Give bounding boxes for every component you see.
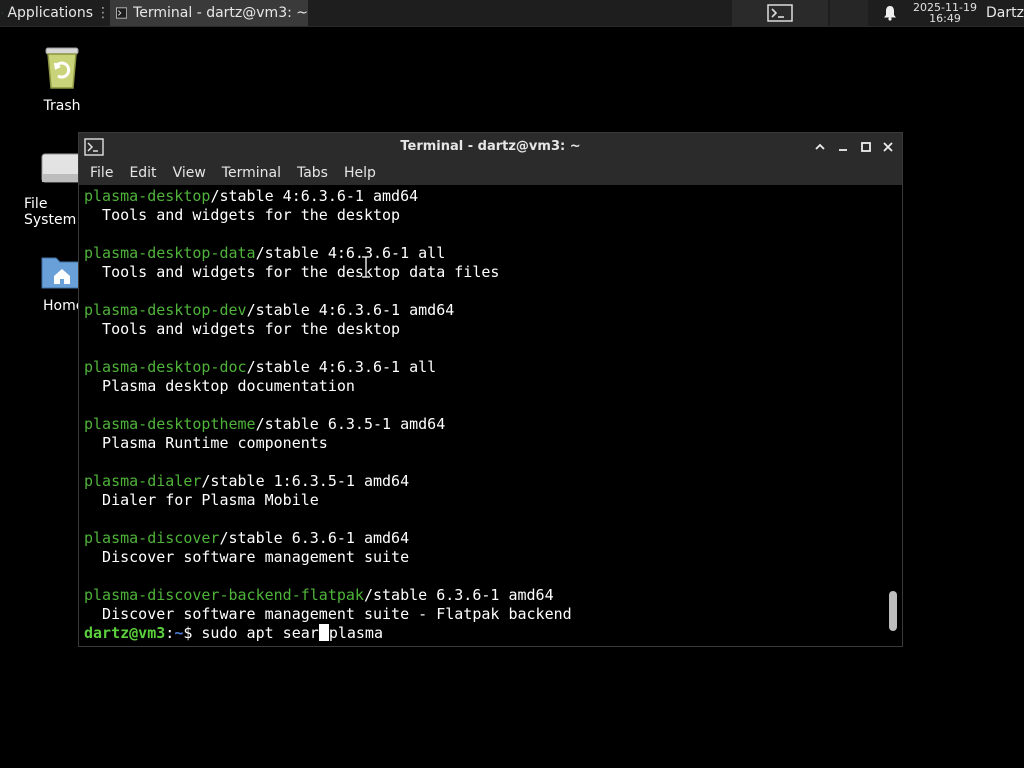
text-cursor	[318, 624, 329, 641]
shade-button[interactable]	[812, 139, 828, 155]
package-line: plasma-desktop/stable 4:6.3.6-1 amd64	[84, 187, 418, 206]
prompt-separator: :	[165, 624, 175, 642]
minimize-icon	[839, 149, 847, 151]
package-description: Tools and widgets for the desktop	[84, 206, 401, 224]
close-icon	[883, 142, 893, 152]
package-line: plasma-discover-backend-flatpak/stable 6…	[84, 586, 554, 605]
desktop-icon-label: Trash	[43, 98, 81, 114]
taskbar-terminal-label: Terminal - dartz@vm3: ~	[133, 5, 308, 21]
xfce-logo-icon	[2, 12, 4, 14]
ibeam-cursor-icon	[362, 256, 370, 278]
package-name: plasma-desktop-dev	[84, 301, 247, 319]
menu-help[interactable]: Help	[336, 165, 384, 181]
package-info: /stable 1:6.3.5-1 amd64	[201, 472, 410, 490]
desktop-icon-home[interactable]: Home	[17, 252, 81, 314]
terminal-icon	[116, 7, 128, 19]
maximize-icon	[861, 142, 871, 152]
panel-clock[interactable]: 2025-11-19 16:49	[906, 0, 984, 26]
menu-separator-icon: ⋮	[96, 5, 110, 21]
maximize-button[interactable]	[858, 139, 874, 155]
applications-label: Applications	[7, 5, 93, 21]
command-prompt-line[interactable]: dartz@vm3:~$ sudo apt sear plasma	[84, 624, 383, 643]
package-name: plasma-desktoptheme	[84, 415, 256, 433]
package-description: Dialer for Plasma Mobile	[84, 491, 319, 509]
desktop-icon-label: File System	[24, 196, 77, 228]
menu-terminal[interactable]: Terminal	[214, 165, 289, 181]
package-info: /stable 4:6.3.6-1 all	[255, 244, 446, 262]
package-name: plasma-discover-backend-flatpak	[84, 586, 364, 604]
package-line: plasma-desktop-data/stable 4:6.3.6-1 all	[84, 244, 445, 263]
package-info: /stable 6.3.6-1 amd64	[219, 529, 410, 547]
command-text-after-cursor: plasma	[328, 624, 383, 642]
package-description: Plasma Runtime components	[84, 434, 328, 452]
package-line: plasma-dialer/stable 1:6.3.5-1 amd64	[84, 472, 409, 491]
desktop-icon-filesystem[interactable]: File System	[17, 150, 81, 228]
package-info: /stable 4:6.3.6-1 all	[246, 358, 437, 376]
package-info: /stable 6.3.5-1 amd64	[255, 415, 446, 433]
tray-terminal-launcher[interactable]	[732, 0, 828, 26]
package-info: /stable 4:6.3.6-1 amd64	[246, 301, 455, 319]
package-info: /stable 4:6.3.6-1 amd64	[210, 187, 419, 205]
window-title: Terminal - dartz@vm3: ~	[400, 139, 581, 154]
package-name: plasma-dialer	[84, 472, 202, 490]
scrollbar-thumb[interactable]	[889, 590, 897, 631]
terminal-window[interactable]: Terminal - dartz@vm3: ~ File Edit View T…	[78, 132, 903, 647]
drive-icon	[41, 153, 81, 183]
close-button[interactable]	[880, 139, 896, 155]
terminal-launcher-icon	[767, 4, 793, 22]
menu-edit[interactable]: Edit	[121, 165, 164, 181]
prompt-symbol: $	[183, 624, 202, 642]
menu-view[interactable]: View	[165, 165, 214, 181]
taskbar-terminal-button[interactable]: Terminal - dartz@vm3: ~	[110, 0, 308, 26]
terminal-scrollbar[interactable]	[884, 185, 902, 646]
package-description: Discover software management suite	[84, 548, 410, 566]
package-line: plasma-desktop-doc/stable 4:6.3.6-1 all	[84, 358, 436, 377]
clock-time: 16:49	[929, 12, 961, 25]
package-description: Tools and widgets for the desktop data f…	[84, 263, 500, 281]
desktop-icon-label: Home	[43, 298, 81, 314]
package-name: plasma-discover	[84, 529, 220, 547]
package-name: plasma-desktop	[84, 187, 211, 205]
notification-button[interactable]	[880, 0, 900, 26]
user-menu-button[interactable]: Dartz	[986, 0, 1024, 26]
chevron-up-icon	[815, 143, 825, 150]
desktop-icon-trash[interactable]: Trash	[17, 44, 107, 114]
bell-icon	[884, 6, 896, 21]
terminal-output[interactable]: plasma-desktop/stable 4:6.3.6-1 amd64 To…	[79, 185, 884, 646]
tray-slot[interactable]	[830, 0, 868, 26]
package-line: plasma-desktop-dev/stable 4:6.3.6-1 amd6…	[84, 301, 454, 320]
menu-tabs[interactable]: Tabs	[289, 165, 336, 181]
menu-bar: File Edit View Terminal Tabs Help	[79, 161, 902, 185]
package-line: plasma-desktoptheme/stable 6.3.5-1 amd64	[84, 415, 445, 434]
package-name: plasma-desktop-data	[84, 244, 256, 262]
package-description: Plasma desktop documentation	[84, 377, 355, 395]
package-description: Tools and widgets for the desktop	[84, 320, 401, 338]
trash-icon	[45, 47, 79, 89]
package-description: Discover software management suite - Fla…	[84, 605, 572, 623]
package-info: /stable 6.3.6-1 amd64	[363, 586, 554, 604]
prompt-user: dartz@vm3	[84, 624, 166, 642]
user-label: Dartz	[986, 5, 1024, 21]
package-line: plasma-discover/stable 6.3.6-1 amd64	[84, 529, 409, 548]
package-name: plasma-desktop-doc	[84, 358, 247, 376]
top-panel: Applications ⋮ Terminal - dartz@vm3: ~ 2…	[0, 0, 1024, 27]
applications-menu-button[interactable]: Applications ⋮	[0, 0, 110, 26]
command-text: sudo apt sear	[201, 624, 319, 642]
window-titlebar[interactable]: Terminal - dartz@vm3: ~	[79, 133, 902, 161]
home-folder-icon	[41, 257, 81, 289]
menu-file[interactable]: File	[79, 165, 121, 181]
minimize-button[interactable]	[835, 139, 851, 155]
prompt-path: ~	[174, 624, 184, 642]
